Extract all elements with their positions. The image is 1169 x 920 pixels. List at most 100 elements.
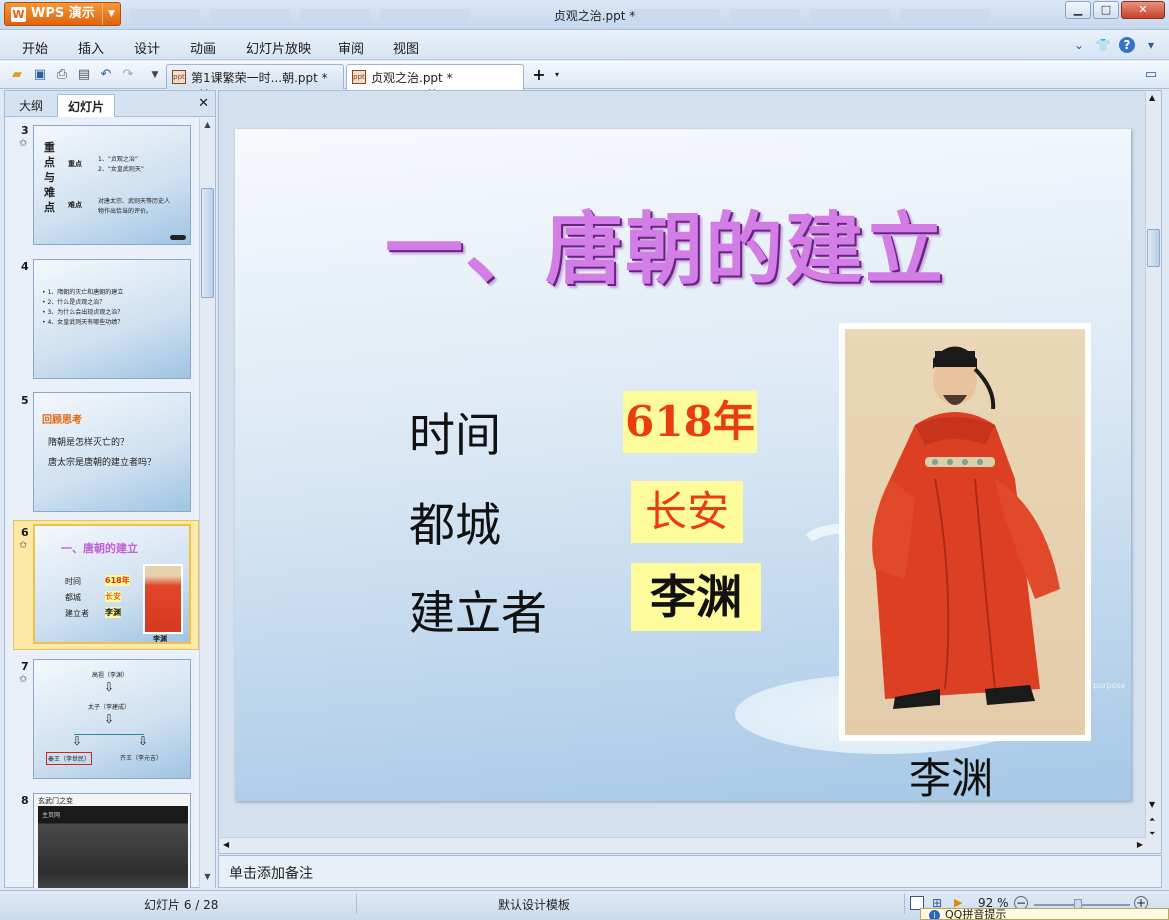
slide-thumbnail-8[interactable]: 玄武门之变 主页网 <box>33 793 191 888</box>
ime-tooltip[interactable]: i QQ拼音提示 <box>920 908 1169 920</box>
row-label-capital[interactable]: 都城 <box>409 489 501 555</box>
status-divider <box>356 894 357 914</box>
scroll-up-icon[interactable]: ▲ <box>200 120 215 134</box>
menu-home[interactable]: 开始 <box>22 38 48 57</box>
new-tab-icon[interactable]: + <box>530 66 548 84</box>
print-preview-icon[interactable]: ▤ <box>75 66 93 84</box>
value-founder[interactable]: 李渊 <box>631 563 761 631</box>
scroll-left-icon[interactable]: ◀ <box>223 840 229 849</box>
tab-slides[interactable]: 幻灯片 <box>57 94 116 117</box>
chevron-down-icon[interactable]: ▾ <box>1143 37 1159 53</box>
thumb-number: 3 <box>21 124 29 137</box>
maximize-button[interactable]: □ <box>1093 1 1119 19</box>
thumb-text: 物作出恰当的评价。 <box>98 208 153 215</box>
scroll-down-icon[interactable]: ▼ <box>200 872 215 886</box>
thumb-text: 与 <box>44 171 55 184</box>
thumb-text: 主页网 <box>42 812 61 819</box>
thumb-text: 时间 <box>65 577 81 586</box>
down-arrow-icon: ⇩ <box>104 680 115 694</box>
tab-outline[interactable]: 大纲 <box>9 94 53 117</box>
save-icon[interactable]: ▣ <box>31 66 49 84</box>
doc-tab-1[interactable]: ppt 第1课繁荣一时...朝.ppt * ✕ <box>166 64 344 100</box>
animation-star-icon: ✩ <box>19 138 28 149</box>
menu-view[interactable]: 视图 <box>393 38 419 57</box>
thumb-text: 秦王（李世民） <box>46 752 93 765</box>
animation-star-icon: ✩ <box>19 540 28 551</box>
connector-line <box>74 734 144 735</box>
ppt-file-icon: ppt <box>352 70 366 84</box>
slide-thumbnail-3[interactable]: 重 点 与 难 点 重点 1、“贞观之治” 2、“女皇武则天” 难点 对唐太宗、… <box>33 125 191 245</box>
customize-toolbar-icon[interactable]: ▼ <box>146 66 164 84</box>
thumb-text: 李渊 <box>153 635 167 643</box>
close-icon[interactable]: ✕ <box>198 96 209 111</box>
thumb-text: 对唐太宗、武则天等历史人 <box>98 198 171 205</box>
collapse-ribbon-icon[interactable]: ⌄ <box>1071 37 1087 53</box>
undo-icon[interactable]: ↶ <box>97 66 115 84</box>
next-slide-icon[interactable]: ⏷ <box>1149 829 1155 839</box>
thumb-number: 7 <box>21 660 29 673</box>
slide-title[interactable]: 一、唐朝的建立 <box>385 187 945 299</box>
thumb-text: • 1、隋朝的灭亡和唐朝的建立 <box>42 289 124 296</box>
slide-thumbnail-6[interactable]: 一、唐朝的建立 时间 618年 都城 长安 建立者 李渊 李渊 <box>33 524 191 644</box>
zoom-slider[interactable] <box>1034 904 1130 906</box>
portrait-caption[interactable]: 李渊 <box>909 745 993 801</box>
thumb-text: • 3、为什么会出现贞观之治？ <box>42 309 124 316</box>
editor-vertical-scrollbar[interactable]: ▲ ▼ ⏶ ⏷ <box>1145 91 1161 853</box>
thumbnail-list: 3 ✩ 重 点 与 难 点 重点 1、“贞观之治” 2、“女皇武则天” 难点 对… <box>5 118 199 888</box>
slide-thumbnail-7[interactable]: 高祖（李渊） ⇩ 太子（李建成） ⇩ ⇩ ⇩ 秦王（李世民） 齐王（李元吉） <box>33 659 191 779</box>
thumb-text: 难点 <box>68 201 82 209</box>
scroll-down-icon[interactable]: ▼ <box>1149 800 1155 809</box>
scroll-up-icon[interactable]: ▲ <box>1149 93 1155 102</box>
slide-thumbnail-5[interactable]: 回顾思考 隋朝是怎样灭亡的？ 唐太宗是唐朝的建立者吗？ <box>33 392 191 512</box>
doc-tab-2[interactable]: ppt 贞观之治.ppt * ✕ <box>346 64 524 100</box>
menu-bar: 开始 插入 设计 动画 幻灯片放映 审阅 视图 ⌄ 👕 ? ▾ <box>0 30 1169 60</box>
value-capital[interactable]: 长安 <box>631 481 743 543</box>
thumb-text: 齐王（李元吉） <box>120 755 163 762</box>
slide-canvas[interactable]: purpose 一、唐朝的建立 时间 618年 都城 长安 建立者 李渊 李渊 <box>235 129 1131 801</box>
close-button[interactable]: ✕ <box>1121 1 1165 19</box>
thumb-number: 5 <box>21 394 29 407</box>
scroll-right-icon[interactable]: ▶ <box>1137 840 1143 849</box>
skin-icon[interactable]: 👕 <box>1095 37 1111 53</box>
horse-icon <box>170 235 186 240</box>
previous-slide-icon[interactable]: ⏶ <box>1149 815 1155 825</box>
portrait-thumbnail <box>143 564 183 634</box>
thumb-text: 唐太宗是唐朝的建立者吗？ <box>48 458 157 468</box>
thumb-text: 1、“贞观之治” <box>98 156 139 163</box>
print-icon[interactable]: ⎙ <box>53 66 71 84</box>
slide-thumbnail-4[interactable]: • 1、隋朝的灭亡和唐朝的建立 • 2、什么是贞观之治？ • 3、为什么会出现贞… <box>33 259 191 379</box>
scroll-thumb[interactable] <box>1147 229 1160 267</box>
thumb-text: 点 <box>44 156 55 169</box>
thumb-text: 重 <box>44 141 55 154</box>
editor-horizontal-scrollbar[interactable]: ◀ ▶ <box>219 837 1147 853</box>
design-template[interactable]: 默认设计模板 <box>498 896 570 913</box>
slide-editor: purpose 一、唐朝的建立 时间 618年 都城 长安 建立者 李渊 李渊 … <box>218 90 1162 854</box>
slide-panel: 大纲 幻灯片 ✕ 3 ✩ 重 点 与 难 点 重点 1、“贞观之治” 2、“女皇… <box>4 90 216 888</box>
status-divider <box>904 894 905 914</box>
title-bar: W WPS 演示 ▼ 贞观之治.ppt * ▁ □ ✕ <box>0 0 1169 30</box>
open-folder-icon[interactable]: ▰ <box>8 66 26 84</box>
row-label-time[interactable]: 时间 <box>409 399 501 465</box>
row-label-founder[interactable]: 建立者 <box>409 577 547 643</box>
panel-scrollbar[interactable]: ▲ ▼ <box>199 118 215 888</box>
thumb-text: 一、唐朝的建立 <box>61 542 138 555</box>
window-list-icon[interactable]: ▭ <box>1142 66 1160 84</box>
notes-field[interactable]: 单击添加备注 <box>218 855 1162 888</box>
thumb-text: • 4、女皇武则天有哪些功绩？ <box>42 319 124 326</box>
value-year[interactable]: 618年 <box>623 391 757 453</box>
menu-slideshow[interactable]: 幻灯片放映 <box>246 38 311 57</box>
ppt-file-icon: ppt <box>172 70 186 84</box>
menu-insert[interactable]: 插入 <box>78 38 104 57</box>
menu-animation[interactable]: 动画 <box>190 38 216 57</box>
menu-design[interactable]: 设计 <box>134 38 160 57</box>
redo-icon[interactable]: ↷ <box>119 66 137 84</box>
down-arrow-icon: ⇩ <box>138 734 149 748</box>
scroll-thumb[interactable] <box>201 188 214 298</box>
thumb-text: 618年 <box>105 575 130 586</box>
menu-review[interactable]: 审阅 <box>338 38 364 57</box>
portrait-image[interactable] <box>839 323 1091 741</box>
thumb-text: 点 <box>44 201 55 214</box>
chevron-down-icon[interactable]: ▾ <box>548 66 566 84</box>
minimize-button[interactable]: ▁ <box>1065 1 1091 19</box>
help-icon[interactable]: ? <box>1119 37 1135 53</box>
